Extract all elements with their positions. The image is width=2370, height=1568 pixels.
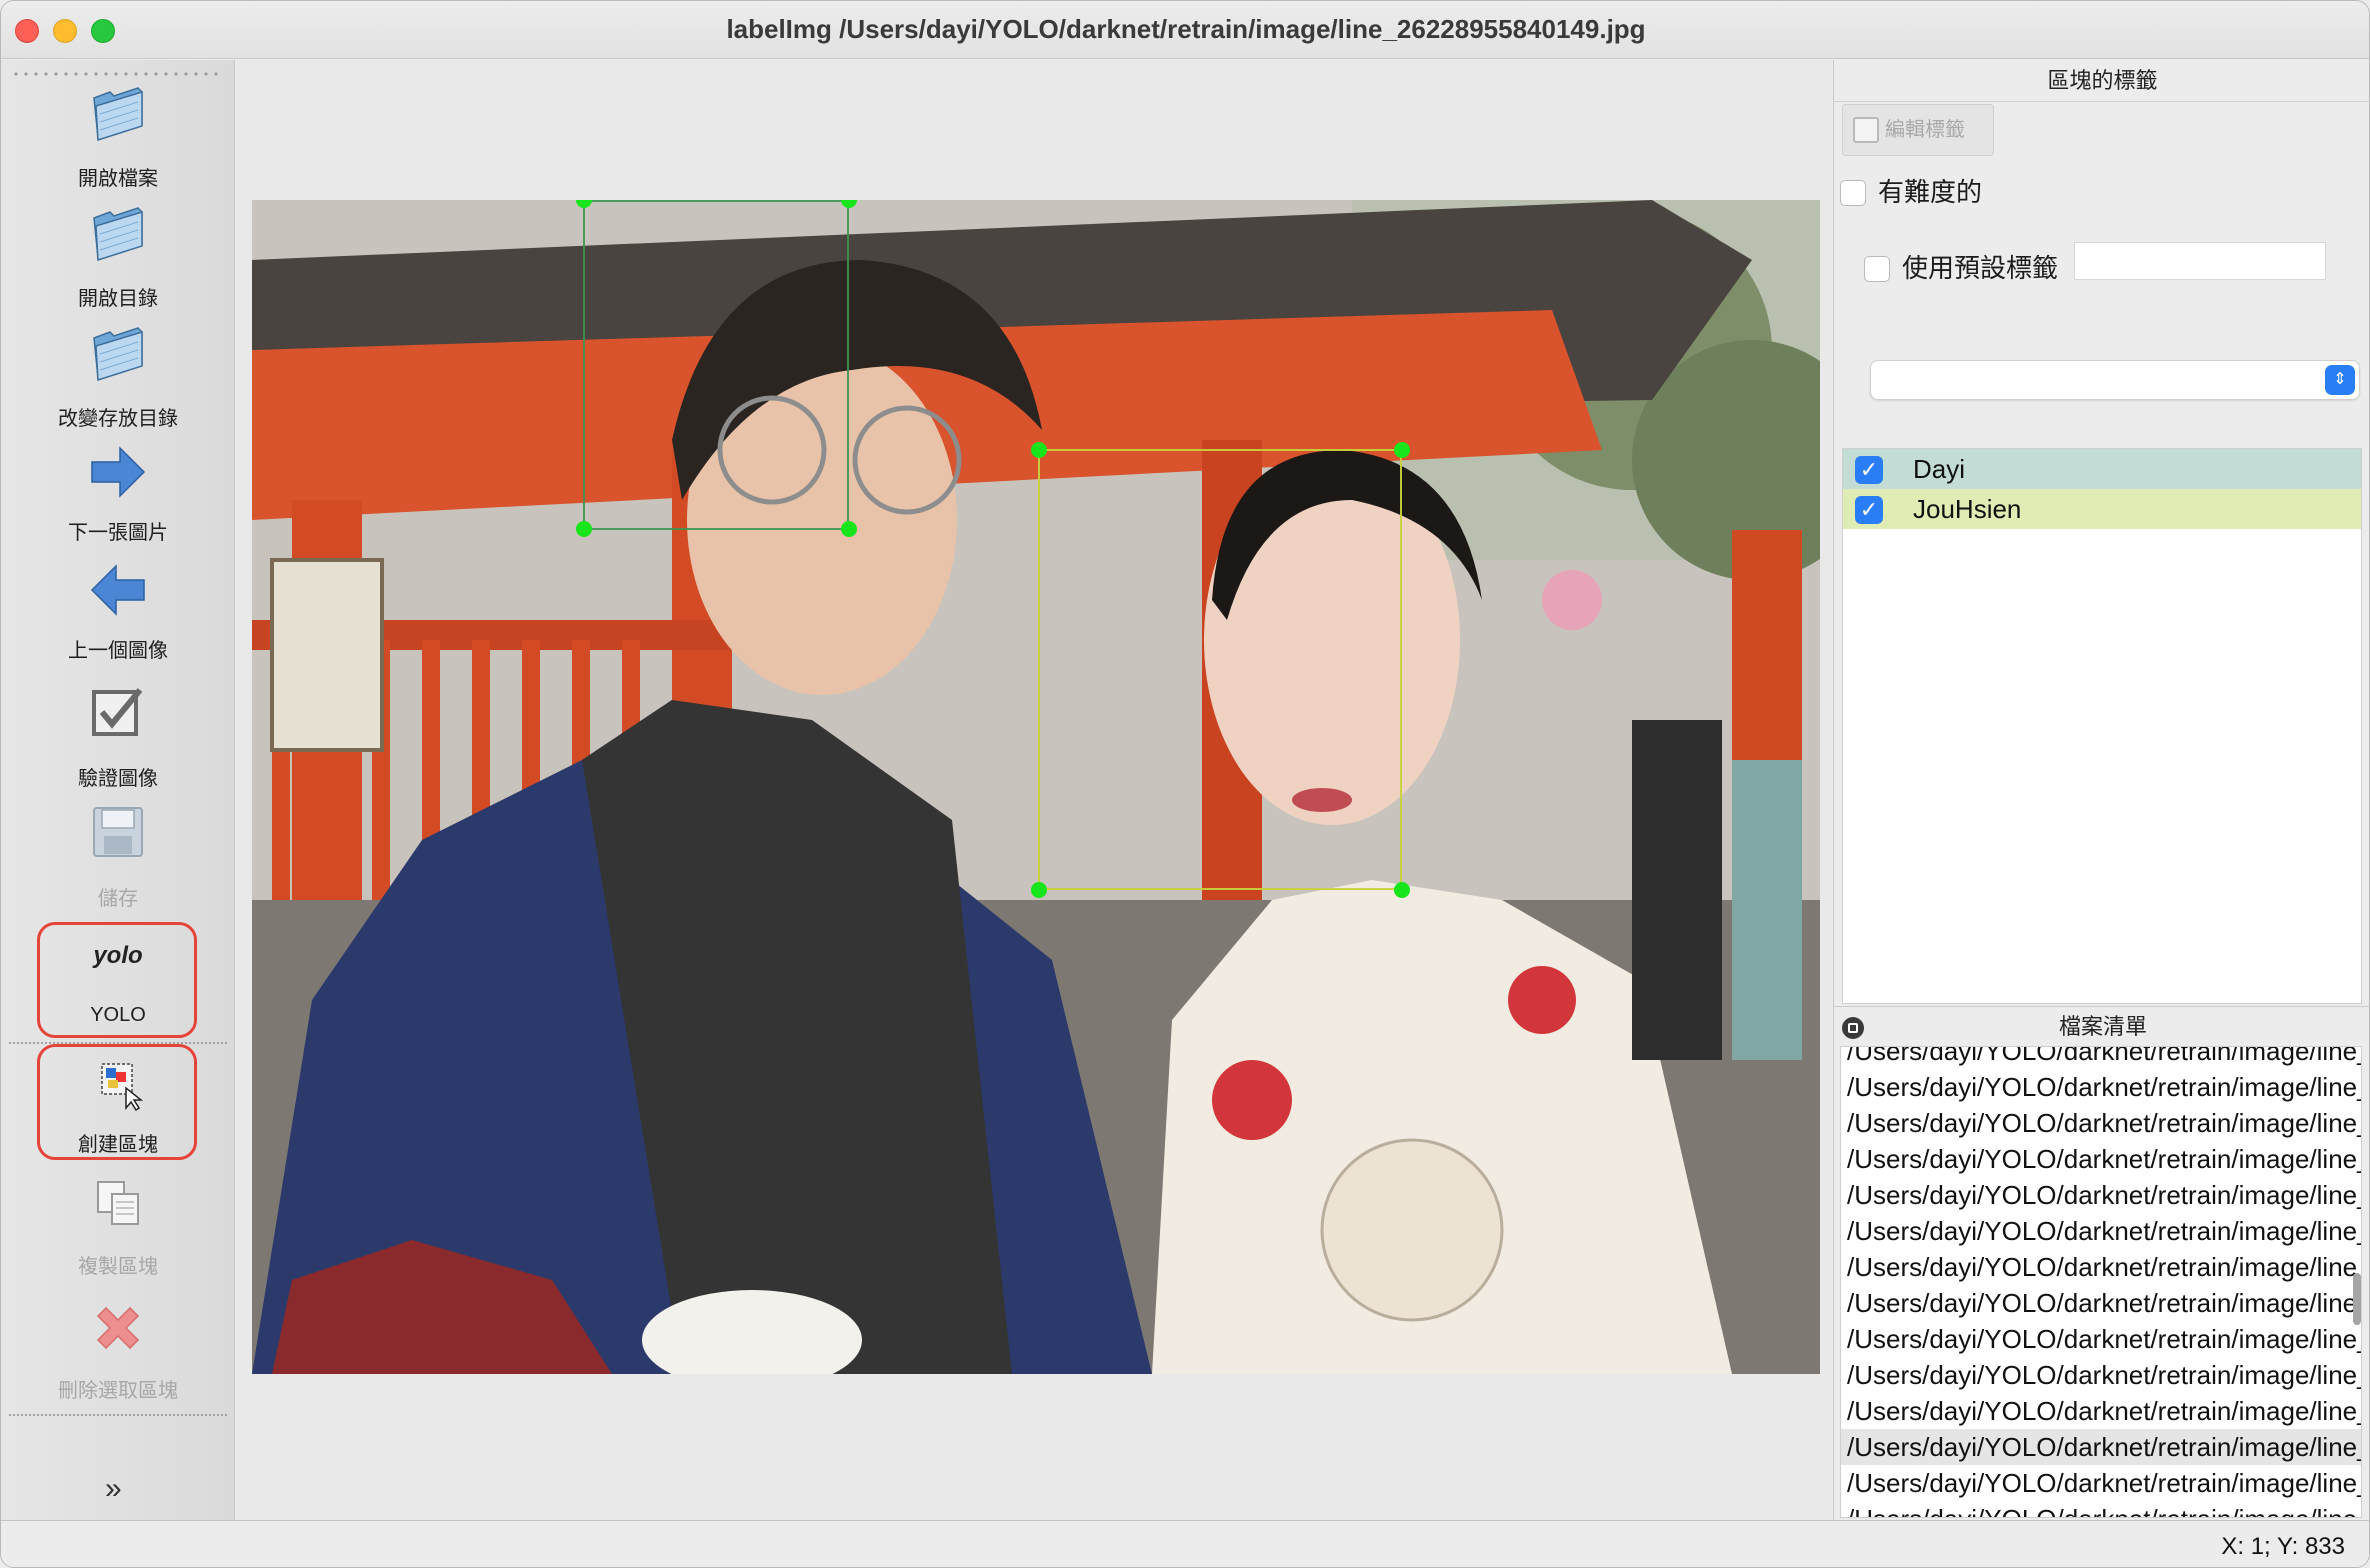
change-save-dir-button[interactable]: 改變存放目錄 <box>7 322 229 432</box>
file-list-item[interactable]: /Users/dayi/YOLO/darknet/retrain/image/l… <box>1847 1393 2361 1429</box>
checkbox-verify-icon <box>92 688 143 736</box>
use-default-label-checkbox[interactable] <box>1864 256 1890 282</box>
shrine-scene-image <box>252 200 1820 1374</box>
bbox-handle[interactable] <box>841 521 857 537</box>
bbox-handle[interactable] <box>576 521 592 537</box>
create-rect-label: 創建區塊 <box>78 1134 158 1156</box>
next-image-label: 下一張圖片 <box>68 522 168 544</box>
open-dir-button[interactable]: 開啟目錄 <box>7 202 229 312</box>
file-list-item[interactable]: /Users/dayi/YOLO/darknet/retrain/image/l… <box>1847 1321 2361 1357</box>
yolo-format-label: YOLO <box>90 1004 146 1026</box>
edit-pencil-icon <box>1853 117 1879 143</box>
file-list-item[interactable]: /Users/dayi/YOLO/darknet/retrain/image/l… <box>1847 1069 2361 1105</box>
yolo-format-icon: yolo <box>93 942 143 969</box>
checkmark-icon[interactable]: ✓ <box>1855 456 1883 484</box>
title-bar: labelImg /Users/dayi/YOLO/darknet/retrai… <box>1 1 2369 59</box>
folder-open-icon <box>93 327 143 382</box>
change-save-dir-label: 改變存放目錄 <box>58 408 178 430</box>
updown-chevron-icon: ⇕ <box>2325 365 2355 395</box>
right-dock: 區塊的標籤 編輯標籤 有難度的 使用預設標籤 ⇕ ✓ Dayi ✓ JouHsi… <box>1833 60 2369 1520</box>
file-list-item[interactable]: /Users/dayi/YOLO/darknet/retrain/image/l… <box>1847 1047 2361 1069</box>
window-title: labelImg /Users/dayi/YOLO/darknet/retrai… <box>726 14 1646 44</box>
file-list-item[interactable]: /Users/dayi/YOLO/darknet/retrain/image/l… <box>1847 1285 2361 1321</box>
create-rect-button[interactable]: 創建區塊 <box>7 1044 229 1160</box>
files-dock-header: 檔案清單 <box>1834 1006 2369 1046</box>
folder-open-icon <box>93 207 143 262</box>
annotated-photo <box>252 200 1820 1374</box>
difficult-checkbox[interactable] <box>1840 180 1866 206</box>
use-default-label-row[interactable]: 使用預設標籤 <box>1864 248 2058 285</box>
edit-label-button[interactable]: 編輯標籤 <box>1842 104 1994 156</box>
verify-image-button[interactable]: 驗證圖像 <box>7 680 229 790</box>
use-default-label-text: 使用預設標籤 <box>1902 253 2059 283</box>
verify-image-label: 驗證圖像 <box>78 768 158 790</box>
toolbar-separator <box>9 1414 227 1416</box>
bbox-handle[interactable] <box>1031 882 1047 898</box>
float-dock-icon[interactable] <box>1842 1017 1864 1039</box>
floppy-save-icon <box>93 807 143 857</box>
file-list-item[interactable]: /Users/dayi/YOLO/darknet/retrain/image/l… <box>1847 1213 2361 1249</box>
delete-x-icon <box>96 1306 140 1350</box>
duplicate-rect-label: 複製區塊 <box>78 1256 158 1278</box>
file-list-scrollbar[interactable] <box>2353 1273 2361 1325</box>
prev-image-label: 上一個圖像 <box>68 640 168 662</box>
file-list-item[interactable]: /Users/dayi/YOLO/darknet/retrain/image/l… <box>1847 1177 2361 1213</box>
edit-label-text: 編輯標籤 <box>1885 119 1965 141</box>
label-combo-box[interactable]: ⇕ <box>1870 360 2360 400</box>
label-item-jouhsien[interactable]: ✓ JouHsien <box>1843 489 2361 529</box>
toolbar-grip[interactable] <box>11 72 221 76</box>
file-list-item[interactable]: /Users/dayi/YOLO/darknet/retrain/image/l… <box>1847 1501 2361 1517</box>
files-dock-title: 檔案清單 <box>2058 1014 2147 1039</box>
labels-dock-title: 區塊的標籤 <box>1834 60 2369 102</box>
delete-rect-button[interactable]: 刪除選取區塊 <box>7 1296 229 1406</box>
bbox-dayi[interactable] <box>583 200 849 530</box>
file-list-item-selected[interactable]: /Users/dayi/YOLO/darknet/retrain/image/l… <box>1841 1429 2361 1465</box>
default-label-input[interactable] <box>2074 242 2326 280</box>
checkmark-icon[interactable]: ✓ <box>1855 496 1883 524</box>
prev-image-button[interactable]: 上一個圖像 <box>7 560 229 666</box>
save-label: 儲存 <box>98 888 138 910</box>
difficult-label: 有難度的 <box>1878 177 1983 207</box>
file-list[interactable]: /Users/dayi/YOLO/darknet/retrain/image/l… <box>1840 1046 2362 1518</box>
create-rect-icon <box>101 1063 144 1112</box>
double-chevron-down-icon[interactable]: » <box>105 1472 122 1506</box>
next-image-button[interactable]: 下一張圖片 <box>7 442 229 548</box>
label-item-name: JouHsien <box>1913 494 2022 524</box>
file-list-item[interactable]: /Users/dayi/YOLO/darknet/retrain/image/l… <box>1847 1249 2361 1285</box>
yolo-format-button[interactable]: yolo YOLO <box>7 922 229 1038</box>
open-dir-label: 開啟目錄 <box>78 288 158 310</box>
label-item-dayi[interactable]: ✓ Dayi <box>1843 449 2361 489</box>
difficult-checkbox-row[interactable]: 有難度的 <box>1840 172 1982 209</box>
save-button[interactable]: 儲存 <box>7 800 229 910</box>
file-list-item[interactable]: /Users/dayi/YOLO/darknet/retrain/image/l… <box>1847 1105 2361 1141</box>
arrow-left-icon <box>90 564 145 616</box>
bbox-handle[interactable] <box>1394 882 1410 898</box>
left-toolbar: 開啟檔案 開啟目錄 改變存放目錄 下一張圖片 上一個圖像 驗證圖像 儲存 yol… <box>1 60 235 1520</box>
label-item-name: Dayi <box>1913 454 1966 484</box>
open-file-button[interactable]: 開啟檔案 <box>7 82 229 192</box>
duplicate-rect-button[interactable]: 複製區塊 <box>7 1170 229 1280</box>
bbox-handle[interactable] <box>1394 442 1410 458</box>
file-list-item[interactable]: /Users/dayi/YOLO/darknet/retrain/image/l… <box>1847 1465 2361 1501</box>
app-window: labelImg /Users/dayi/YOLO/darknet/retrai… <box>0 0 2370 1568</box>
duplicate-icon <box>97 1181 139 1225</box>
image-canvas[interactable] <box>236 60 1832 1520</box>
open-file-label: 開啟檔案 <box>78 168 158 190</box>
file-list-item[interactable]: /Users/dayi/YOLO/darknet/retrain/image/l… <box>1847 1141 2361 1177</box>
bbox-handle[interactable] <box>1031 442 1047 458</box>
arrow-right-icon <box>91 446 146 498</box>
folder-open-icon <box>93 87 143 142</box>
status-bar: X: 1; Y: 833 <box>1 1520 2369 1567</box>
cursor-coordinates: X: 1; Y: 833 <box>2221 1533 2345 1560</box>
bbox-jouhsien[interactable] <box>1038 449 1402 890</box>
delete-rect-label: 刪除選取區塊 <box>58 1380 178 1402</box>
file-list-item[interactable]: /Users/dayi/YOLO/darknet/retrain/image/l… <box>1847 1357 2361 1393</box>
label-list: ✓ Dayi ✓ JouHsien <box>1842 448 2362 1004</box>
